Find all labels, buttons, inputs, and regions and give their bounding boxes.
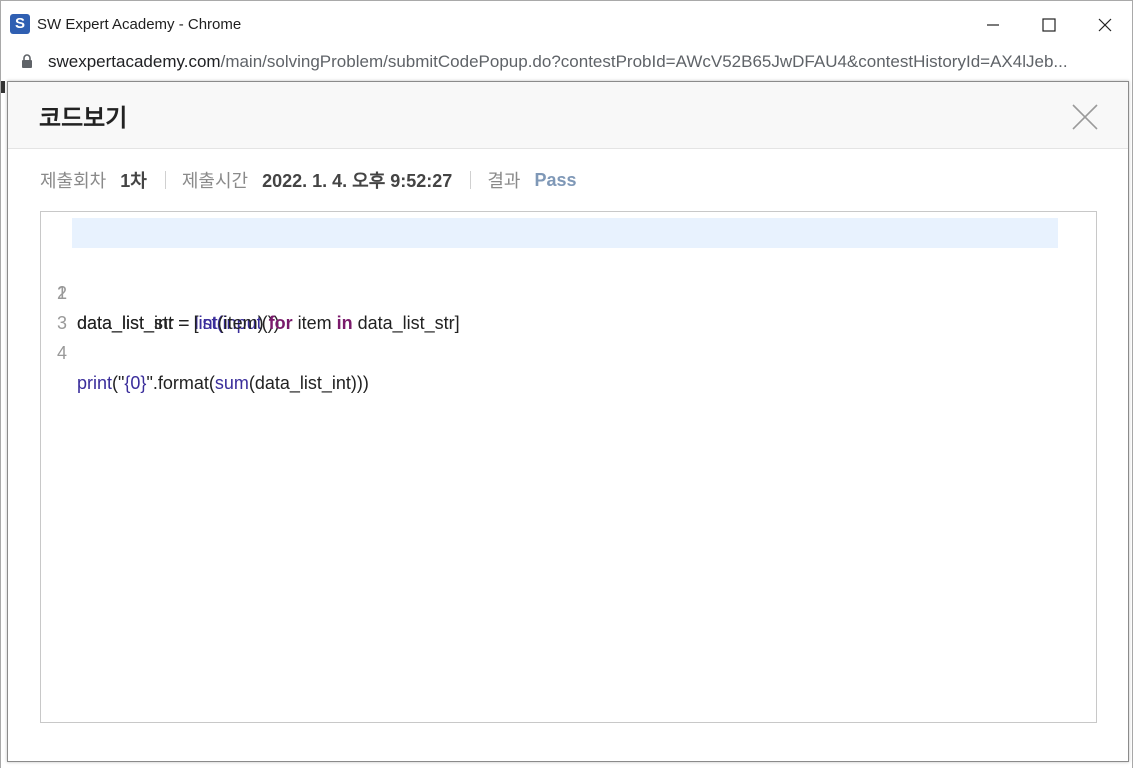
close-icon [1098, 18, 1112, 32]
code-line: 1 data_list_str = list(input()) [41, 218, 1096, 333]
submission-time-label: 제출시간 [181, 171, 249, 191]
url-path: /main/solvingProblem/submitCodePopup.do?… [220, 52, 1068, 71]
window-title: SW Expert Academy - Chrome [37, 16, 242, 33]
address-bar[interactable]: swexpertacademy.com/main/solvingProblem/… [1, 47, 1132, 77]
code-text: print("{0}".format(sum(data_list_int))) [77, 368, 369, 398]
code-view-modal: 코드보기 제출회차 1차 제출시간 2022. 1. 4. 오후 9:52:27… [7, 81, 1129, 762]
submission-time-value: 2022. 1. 4. 오후 9:52:27 [262, 171, 453, 191]
minimize-icon [987, 24, 999, 26]
close-icon [1072, 104, 1098, 130]
line-number: 4 [56, 343, 67, 363]
active-line-highlight [72, 218, 1058, 248]
submission-meta: 제출회차 1차 제출시간 2022. 1. 4. 오후 9:52:27 결과 P… [40, 167, 576, 193]
modal-close-button[interactable] [1071, 103, 1099, 131]
minimize-button[interactable] [970, 8, 1016, 42]
result-label: 결과 [487, 171, 521, 191]
result-value: Pass [534, 169, 577, 190]
submission-count-value: 1차 [120, 171, 147, 191]
modal-title: 코드보기 [39, 105, 128, 132]
app-icon: S [10, 14, 30, 34]
submission-count-label: 제출회차 [40, 171, 107, 191]
code-token: (data_list_int))) [248, 373, 369, 393]
code-token: {0} [124, 373, 147, 393]
page-edge-marker [1, 81, 5, 93]
browser-window: S SW Expert Academy - Chrome swexpertaca… [0, 0, 1133, 769]
code-line: 4 print("{0}".format(sum(data_list_int))… [41, 308, 1096, 393]
code-token: sum [214, 373, 249, 393]
code-line: 2 data_list_int = [int(item) for item in… [41, 248, 1096, 333]
code-token: ".format( [146, 373, 215, 393]
meta-divider [470, 171, 472, 189]
maximize-button[interactable] [1026, 8, 1072, 42]
url-host: swexpertacademy.com [48, 52, 221, 71]
code-token: (" [112, 373, 125, 393]
lock-icon [22, 54, 32, 68]
url-text[interactable]: swexpertacademy.com/main/solvingProblem/… [48, 52, 1118, 72]
code-token: print [77, 373, 113, 393]
code-editor[interactable]: 1 data_list_str = list(input()) 2 data_l… [40, 211, 1097, 723]
title-bar: S SW Expert Academy - Chrome [1, 1, 1132, 47]
maximize-icon [1042, 18, 1056, 32]
window-close-button[interactable] [1082, 8, 1128, 42]
code-line: 3 [41, 278, 1096, 333]
meta-divider [164, 171, 166, 189]
modal-header: 코드보기 [8, 82, 1128, 149]
